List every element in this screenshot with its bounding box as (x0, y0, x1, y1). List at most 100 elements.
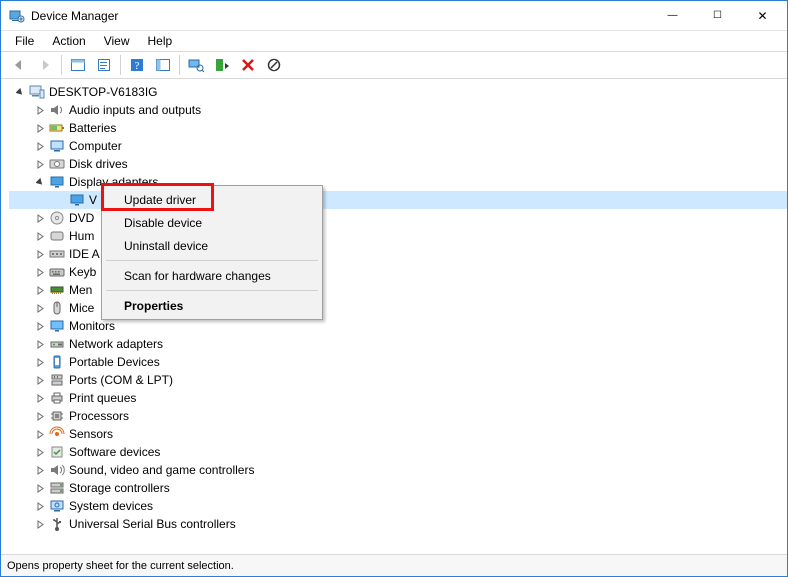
close-button[interactable]: ✕ (740, 1, 785, 30)
expand-icon[interactable] (33, 481, 47, 495)
tree-root[interactable]: DESKTOP-V6183IG (9, 83, 787, 101)
tree-category-cpu[interactable]: Processors (9, 407, 787, 425)
tree-category-network[interactable]: Network adapters (9, 335, 787, 353)
tree-category-computer[interactable]: Computer (9, 137, 787, 155)
mouse-icon (49, 300, 65, 316)
tree-category-usb[interactable]: Universal Serial Bus controllers (9, 515, 787, 533)
display-icon (69, 192, 85, 208)
toolbar-separator (61, 55, 62, 75)
menu-action[interactable]: Action (44, 33, 93, 49)
menu-file[interactable]: File (7, 33, 42, 49)
tree-item-label: Portable Devices (69, 355, 160, 369)
tree-item-label: Storage controllers (69, 481, 170, 495)
device-manager-window: Device Manager — ☐ ✕ File Action View He… (0, 0, 788, 577)
tree-item-label: V (89, 193, 97, 207)
tree-category-portable[interactable]: Portable Devices (9, 353, 787, 371)
minimize-button[interactable]: — (650, 1, 695, 30)
tree-item-label: Processors (69, 409, 129, 423)
expand-icon[interactable] (33, 121, 47, 135)
system-icon (49, 498, 65, 514)
help-button[interactable]: ? (125, 53, 149, 77)
expand-icon[interactable] (33, 337, 47, 351)
tree-category-printer[interactable]: Print queues (9, 389, 787, 407)
expand-icon[interactable] (33, 211, 47, 225)
tree-category-soft[interactable]: Software devices (9, 443, 787, 461)
hid-icon (49, 228, 65, 244)
window-title: Device Manager (31, 9, 118, 23)
expand-icon[interactable] (33, 247, 47, 261)
forward-button[interactable] (33, 53, 57, 77)
disable-button[interactable] (262, 53, 286, 77)
tree-item-label: Sensors (69, 427, 113, 441)
ports-icon (49, 372, 65, 388)
context-menu: Update driver Disable device Uninstall d… (101, 185, 323, 320)
expand-icon[interactable] (33, 391, 47, 405)
tree-category-battery[interactable]: Batteries (9, 119, 787, 137)
portable-icon (49, 354, 65, 370)
collapse-icon[interactable] (13, 85, 27, 99)
tree-item-label: System devices (69, 499, 153, 513)
action-button[interactable] (151, 53, 175, 77)
expand-icon[interactable] (33, 373, 47, 387)
ide-icon (49, 246, 65, 262)
ctx-scan-hardware[interactable]: Scan for hardware changes (104, 264, 320, 287)
tree-item-label: Disk drives (69, 157, 128, 171)
expand-icon[interactable] (33, 409, 47, 423)
tree-item-label: Men (69, 283, 92, 297)
toolbar: ? (1, 51, 787, 79)
expand-icon[interactable] (33, 157, 47, 171)
expand-icon[interactable] (33, 499, 47, 513)
update-driver-button[interactable] (210, 53, 234, 77)
network-icon (49, 336, 65, 352)
expand-icon[interactable] (33, 427, 47, 441)
expand-icon[interactable] (33, 445, 47, 459)
tree-category-ports[interactable]: Ports (COM & LPT) (9, 371, 787, 389)
menu-view[interactable]: View (96, 33, 138, 49)
printer-icon (49, 390, 65, 406)
tree-item-label: Audio inputs and outputs (69, 103, 201, 117)
properties-button[interactable] (92, 53, 116, 77)
scan-hardware-button[interactable] (184, 53, 208, 77)
monitor-icon (49, 318, 65, 334)
show-hide-tree-button[interactable] (66, 53, 90, 77)
device-tree[interactable]: DESKTOP-V6183IG Audio inputs and outputs B… (1, 79, 787, 554)
uninstall-button[interactable] (236, 53, 260, 77)
maximize-button[interactable]: ☐ (695, 1, 740, 30)
tree-category-disk[interactable]: Disk drives (9, 155, 787, 173)
ctx-separator (106, 290, 318, 291)
app-icon (9, 8, 25, 24)
ctx-disable-device[interactable]: Disable device (104, 211, 320, 234)
expand-icon[interactable] (33, 319, 47, 333)
expand-icon[interactable] (33, 265, 47, 279)
expand-icon[interactable] (33, 463, 47, 477)
ctx-uninstall-device[interactable]: Uninstall device (104, 234, 320, 257)
collapse-icon[interactable] (33, 175, 47, 189)
tree-item-label: Keyb (69, 265, 96, 279)
expander-empty (53, 193, 67, 207)
expand-icon[interactable] (33, 355, 47, 369)
expand-icon[interactable] (33, 283, 47, 297)
ctx-update-driver[interactable]: Update driver (104, 188, 320, 211)
tree-item-label: Sound, video and game controllers (69, 463, 254, 477)
usb-icon (49, 516, 65, 532)
tree-category-storage[interactable]: Storage controllers (9, 479, 787, 497)
tree-item-label: Mice (69, 301, 94, 315)
sensor-icon (49, 426, 65, 442)
tree-category-audio[interactable]: Audio inputs and outputs (9, 101, 787, 119)
tree-category-sound[interactable]: Sound, video and game controllers (9, 461, 787, 479)
expand-icon[interactable] (33, 517, 47, 531)
tree-item-label: DESKTOP-V6183IG (49, 85, 158, 99)
computerRoot-icon (29, 84, 45, 100)
ctx-properties[interactable]: Properties (104, 294, 320, 317)
expand-icon[interactable] (33, 139, 47, 153)
expand-icon[interactable] (33, 103, 47, 117)
expand-icon[interactable] (33, 301, 47, 315)
expand-icon[interactable] (33, 229, 47, 243)
tree-category-system[interactable]: System devices (9, 497, 787, 515)
tree-item-label: Network adapters (69, 337, 163, 351)
menu-help[interactable]: Help (140, 33, 181, 49)
cpu-icon (49, 408, 65, 424)
back-button[interactable] (7, 53, 31, 77)
memory-icon (49, 282, 65, 298)
tree-category-sensor[interactable]: Sensors (9, 425, 787, 443)
